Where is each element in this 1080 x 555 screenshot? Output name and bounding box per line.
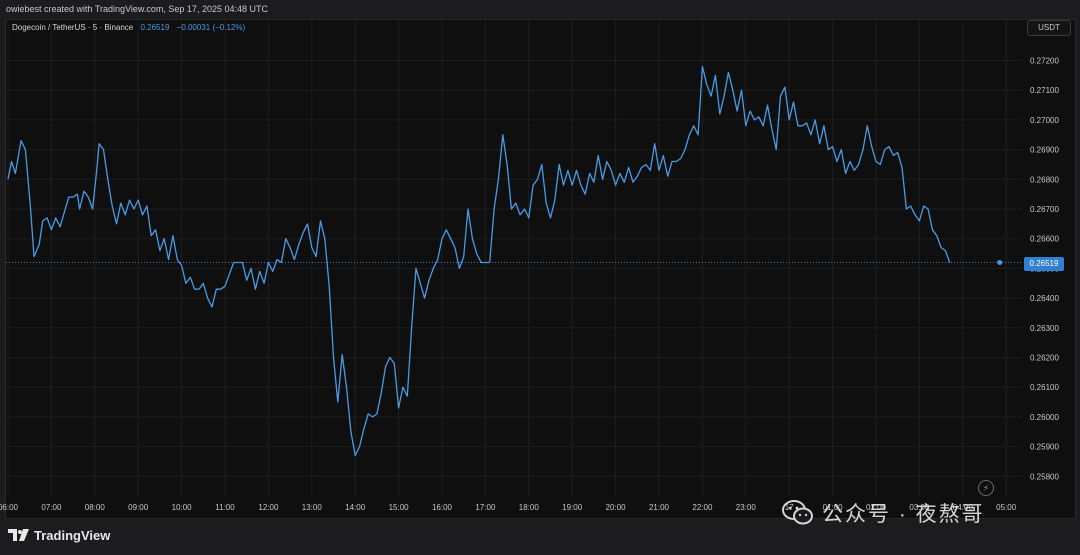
price-tick-label: 0.26200 [1030,354,1059,363]
time-tick-label: 18:00 [519,503,540,512]
currency-selector[interactable]: USDT [1027,20,1071,36]
time-tick-label: 10:00 [172,503,193,512]
price-tick-label: 0.26700 [1030,205,1059,214]
time-tick-label: 19:00 [562,503,583,512]
time-tick-label: 22:00 [692,503,713,512]
price-tick-label: 0.27100 [1030,86,1059,95]
chart-legend: Dogecoin / TetherUS · 5 · Binance 0.2651… [12,23,245,32]
brand-name: TradingView [34,527,111,543]
price-tick-label: 0.26100 [1030,383,1059,392]
price-tick-label: 0.26000 [1030,413,1059,422]
time-tick-label: 08:00 [85,503,106,512]
last-price-value: 0.26519 [140,23,170,32]
watermark-text: 公众号 · 夜熬哥 [822,503,985,526]
time-tick-label: 23:00 [736,503,757,512]
price-tick-label: 0.27200 [1030,57,1059,66]
lightning-icon[interactable]: ⚡ [978,480,994,496]
grid-lines [6,20,1022,496]
time-tick-label: 15:00 [389,503,410,512]
last-price-point [997,259,1003,265]
time-tick-label: 14:00 [345,503,366,512]
tradingview-logo-icon [8,529,29,541]
price-tick-label: 0.26900 [1030,146,1059,155]
price-tick-label: 0.25800 [1030,472,1059,481]
price-series-line [7,65,951,457]
price-tick-label: 0.26300 [1030,324,1059,333]
price-tick-label: 0.26800 [1030,175,1059,184]
symbol-title[interactable]: Dogecoin / TetherUS · 5 · Binance [12,23,133,32]
time-tick-label: 06:00 [0,503,19,512]
price-chart[interactable]: 0.27200 0.27100 0.27000 0.26900 0.26800 0.267… [0,0,1080,555]
wechat-watermark: 公众号 · 夜熬哥 [782,497,985,529]
time-tick-label: 16:00 [432,503,453,512]
time-tick-label: 07:00 [41,503,62,512]
time-tick-label: 21:00 [649,503,670,512]
price-tick-label: 0.26600 [1030,235,1059,244]
time-tick-label: 12:00 [258,503,279,512]
current-price-label: 0.26519 [1024,257,1064,271]
price-tick-label: 0.26400 [1030,294,1059,303]
time-tick-label: 20:00 [606,503,627,512]
price-tick-label: 0.25900 [1030,443,1059,452]
time-tick-label: 11:00 [215,503,235,512]
time-tick-label: 17:00 [475,503,496,512]
time-tick-label: 05:00 [996,503,1017,512]
price-tick-label: 0.27000 [1030,116,1059,125]
time-tick-label: 09:00 [128,503,149,512]
wechat-icon [782,500,813,525]
tradingview-logo[interactable]: TradingView [8,526,110,544]
price-change-value: −0.00031 (−0.12%) [176,23,246,32]
time-tick-label: 13:00 [302,503,323,512]
